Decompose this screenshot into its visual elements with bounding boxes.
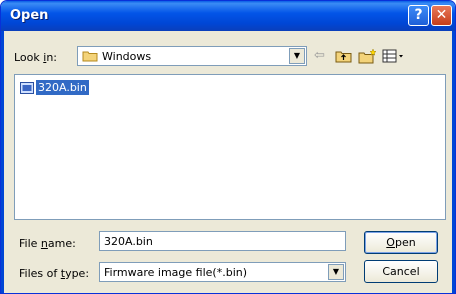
- bin-file-icon: [20, 81, 34, 94]
- new-folder-icon[interactable]: [358, 48, 378, 64]
- file-type-dropdown[interactable]: Firmware image file(*.bin) ▼: [99, 262, 346, 282]
- chevron-down-icon[interactable]: ▼: [328, 264, 344, 280]
- title-bar[interactable]: Open ? ✕: [1, 1, 455, 31]
- file-name-label: File name:: [19, 237, 76, 250]
- chevron-down-icon[interactable]: ▼: [289, 48, 305, 64]
- look-in-label: Look in:: [14, 51, 58, 64]
- up-folder-icon[interactable]: [335, 48, 353, 64]
- file-list[interactable]: 320A.bin: [14, 74, 446, 220]
- look-in-dropdown[interactable]: Windows ▼: [77, 46, 307, 66]
- file-type-value: Firmware image file(*.bin): [104, 266, 248, 279]
- close-button[interactable]: ✕: [431, 5, 452, 26]
- cancel-button[interactable]: Cancel: [364, 260, 438, 283]
- file-type-label: Files of type:: [19, 267, 90, 280]
- help-button[interactable]: ?: [408, 5, 429, 26]
- views-menu-icon[interactable]: [382, 48, 406, 64]
- look-in-value: Windows: [102, 50, 152, 63]
- file-item[interactable]: 320A.bin: [20, 80, 91, 95]
- open-button[interactable]: Open: [364, 231, 438, 254]
- window-title: Open: [10, 8, 49, 23]
- folder-icon: [82, 51, 98, 62]
- window-frame-right: [452, 31, 455, 293]
- window-frame-left: [1, 31, 4, 293]
- file-name-input[interactable]: 320A.bin: [99, 231, 346, 251]
- open-dialog: Open ? ✕ Look in: Windows ▼ ⇦ 320A.bin F…: [0, 0, 456, 294]
- file-name: 320A.bin: [36, 80, 89, 95]
- back-arrow-icon[interactable]: ⇦: [314, 48, 325, 64]
